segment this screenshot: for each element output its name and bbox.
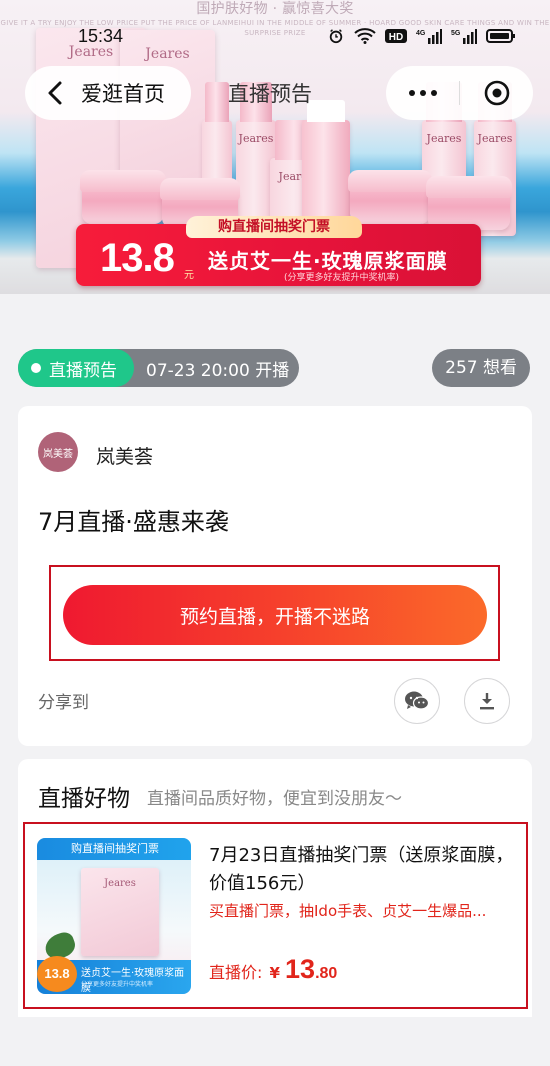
svg-text:5G: 5G bbox=[451, 30, 461, 37]
status-dot bbox=[31, 363, 41, 373]
want-count-badge: 257 想看 bbox=[432, 349, 530, 387]
product-price: 直播价: ¥ 13.80 bbox=[209, 954, 337, 985]
product-jar bbox=[80, 170, 166, 224]
wifi-icon bbox=[354, 28, 376, 44]
price-integer: 13 bbox=[285, 954, 316, 984]
price-decimal: .80 bbox=[315, 965, 338, 982]
thumb-product-box: Jeares bbox=[81, 868, 159, 956]
thumb-price-burst: 13.8 bbox=[37, 956, 77, 992]
svg-text:4G: 4G bbox=[416, 30, 426, 37]
product-name: 7月23日直播抽奖门票（送原浆面膜，价值156元） bbox=[209, 845, 514, 894]
shop-avatar[interactable]: 岚美荟 bbox=[38, 432, 78, 472]
live-title: 7月直播·盛惠来袭 bbox=[38, 508, 229, 536]
product-description: 买直播门票，抽Ido手表、贞艾一生爆品... bbox=[209, 902, 487, 920]
live-status-strip: 直播预告 07-23 20:00 开播 bbox=[18, 349, 299, 387]
live-goods-section: 直播好物 直播间品质好物，便宜到没朋友～ 购直播间抽奖门票 Jeares 送贞艾… bbox=[18, 759, 532, 1017]
product-bottle bbox=[302, 100, 350, 228]
target-icon bbox=[484, 80, 509, 106]
miniprogram-capsule bbox=[386, 66, 533, 120]
product-item[interactable]: 购直播间抽奖门票 Jeares 送贞艾一生·玫瑰原浆面膜 分享更多好友提升中奖机… bbox=[23, 822, 528, 1009]
alarm-icon bbox=[329, 29, 343, 44]
battery-icon bbox=[486, 29, 515, 43]
promo-banner: 购直播间抽奖门票 13.8 元 送贞艾一生·玫瑰原浆面膜 (分享更多好友提升中奖… bbox=[76, 216, 481, 286]
promo-tab: 购直播间抽奖门票 bbox=[186, 216, 362, 238]
promo-sub-text: (分享更多好友提升中奖机率) bbox=[284, 273, 400, 283]
thumb-top-bar: 购直播间抽奖门票 bbox=[37, 838, 191, 860]
status-bar: 15:34 HD 4G 5G bbox=[0, 22, 550, 52]
section-title: 直播好物 bbox=[38, 786, 130, 812]
page-title: 直播预告 bbox=[228, 82, 312, 106]
promo-unit: 元 bbox=[184, 270, 194, 281]
price-label: 直播价: bbox=[209, 963, 263, 982]
navigation-bar: 爱逛首页 直播预告 bbox=[0, 62, 550, 122]
signal-4g-icon: 4G bbox=[416, 29, 442, 44]
chevron-left-icon bbox=[48, 81, 62, 105]
status-time: 15:34 bbox=[78, 26, 124, 46]
live-info-card: 岚美荟 岚美荟 7月直播·盛惠来袭 预约直播，开播不迷路 分享到 bbox=[18, 406, 532, 746]
product-jar bbox=[348, 170, 432, 224]
back-label: 爱逛首页 bbox=[81, 82, 165, 106]
download-icon bbox=[480, 693, 494, 710]
live-cover-banner: 国护肤好物 · 赢惊喜大奖 GIVE IT A TRY ENJOY THE LO… bbox=[0, 0, 550, 294]
more-menu-button[interactable] bbox=[386, 90, 459, 96]
svg-text:HD: HD bbox=[389, 32, 403, 43]
promo-price: 13.8 bbox=[100, 236, 175, 280]
wechat-icon bbox=[405, 691, 430, 710]
reserve-live-button[interactable]: 预约直播，开播不迷路 bbox=[63, 585, 487, 645]
share-wechat-button[interactable] bbox=[394, 678, 440, 724]
signal-5g-icon: 5G bbox=[451, 29, 477, 44]
back-button[interactable]: 爱逛首页 bbox=[25, 66, 191, 120]
download-poster-button[interactable] bbox=[464, 678, 510, 724]
hd-icon: HD bbox=[385, 29, 407, 43]
section-subtitle: 直播间品质好物，便宜到没朋友～ bbox=[147, 789, 402, 809]
live-start-time: 07-23 20:00 开播 bbox=[146, 360, 290, 381]
share-label: 分享到 bbox=[38, 693, 89, 713]
close-miniprogram-button[interactable] bbox=[460, 80, 533, 106]
price-currency: ¥ bbox=[269, 964, 280, 982]
live-preview-badge: 直播预告 bbox=[18, 349, 134, 387]
product-thumbnail[interactable]: 购直播间抽奖门票 Jeares 送贞艾一生·玫瑰原浆面膜 分享更多好友提升中奖机… bbox=[37, 838, 191, 994]
shop-name[interactable]: 岚美荟 bbox=[96, 442, 153, 469]
